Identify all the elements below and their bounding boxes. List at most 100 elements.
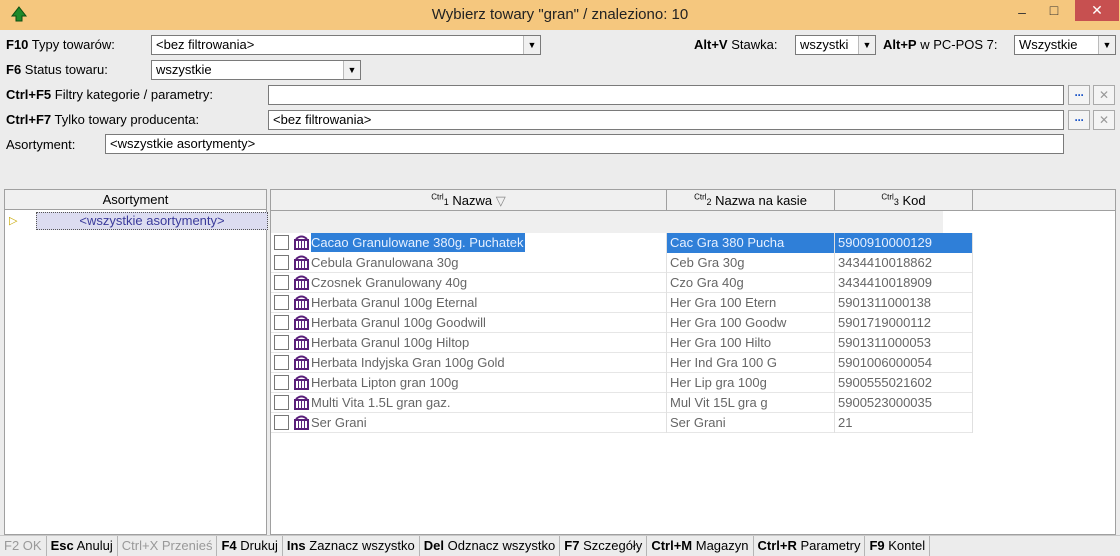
product-name: Herbata Granul 100g Eternal [311, 295, 478, 310]
fkey-button-ctrl-x[interactable]: Ctrl+X Przenieś [118, 536, 218, 556]
category-filter-field[interactable] [268, 85, 1064, 105]
name-cell[interactable]: Czosnek Granulowany 40g [271, 273, 667, 293]
producer-filter-field[interactable]: <bez filtrowania> [268, 110, 1064, 130]
fkey-shortcut: F2 [4, 538, 20, 553]
pos-name-cell: Her Lip gra 100g [667, 373, 835, 393]
fkey-button-del[interactable]: Del Odznacz wszystko [420, 536, 561, 556]
producer-clear-icon[interactable]: ✕ [1093, 110, 1115, 130]
code-cell: 5901006000054 [835, 353, 973, 373]
row-checkbox[interactable] [274, 355, 289, 370]
grid-filter-row[interactable] [271, 211, 943, 233]
fkey-button-f9[interactable]: F9 Kontel [865, 536, 931, 556]
pos-name-cell: Cac Gra 380 Pucha [667, 233, 835, 253]
product-basket-icon [293, 295, 310, 311]
fkey-shortcut: Ctrl+R [757, 538, 797, 553]
product-basket-icon [293, 255, 310, 271]
chevron-down-icon[interactable]: ▼ [523, 36, 540, 54]
table-row[interactable]: Multi Vita 1.5L gran gaz. Mul Vit 15L gra… [271, 393, 973, 413]
fkey-button-ctrl-r[interactable]: Ctrl+R Parametry [754, 536, 866, 556]
minimize-button[interactable]: – [1007, 4, 1037, 26]
row-checkbox[interactable] [274, 295, 289, 310]
table-row[interactable]: Herbata Granul 100g Goodwill Her Gra 100 … [271, 313, 973, 333]
tree-expand-icon[interactable]: ▷ [9, 214, 17, 227]
assortment-label: Asortyment: [6, 137, 76, 152]
name-cell[interactable]: Ser Grani [271, 413, 667, 433]
product-basket-icon [293, 395, 310, 411]
name-cell[interactable]: Herbata Granul 100g Hiltop [271, 333, 667, 353]
row-checkbox[interactable] [274, 395, 289, 410]
pos-name-cell: Ceb Gra 30g [667, 253, 835, 273]
chevron-down-icon[interactable]: ▼ [343, 61, 360, 79]
table-row[interactable]: Herbata Lipton gran 100g Her Lip gra 100g… [271, 373, 973, 393]
table-row[interactable]: Czosnek Granulowany 40g Czo Gra 40g 343441… [271, 273, 973, 293]
table-row[interactable]: Herbata Granul 100g Eternal Her Gra 100 E… [271, 293, 973, 313]
table-row[interactable]: Herbata Granul 100g Hiltop Her Gra 100 Hi… [271, 333, 973, 353]
row-checkbox[interactable] [274, 335, 289, 350]
product-basket-icon [293, 335, 310, 351]
category-shortcut: Ctrl+F5 [6, 87, 52, 102]
status-dropdown[interactable]: wszystkie ▼ [151, 60, 361, 80]
fkey-button-f2[interactable]: F2 OK [0, 536, 47, 556]
assortment-tree: Asortyment ▷ <wszystkie asortymenty> [4, 189, 268, 535]
assortment-value: <wszystkie asortymenty> [110, 136, 256, 151]
column-pos-num: 2 [706, 197, 712, 207]
chevron-down-icon[interactable]: ▼ [858, 36, 875, 54]
name-cell[interactable]: Herbata Lipton gran 100g [271, 373, 667, 393]
pcpos-shortcut: Alt+P [883, 37, 917, 52]
name-cell[interactable]: Herbata Granul 100g Goodwill [271, 313, 667, 333]
column-pos-name-header[interactable]: Ctrl2 Nazwa na kasie [667, 190, 835, 211]
fkey-button-f4[interactable]: F4 Drukuj [217, 536, 283, 556]
category-browse-button[interactable]: ··· [1068, 85, 1090, 105]
table-row[interactable]: Herbata Indyjska Gran 100g Gold Her Ind G… [271, 353, 973, 373]
product-basket-icon [293, 355, 310, 371]
fkey-label: OK [22, 538, 42, 553]
fkey-button-ins[interactable]: Ins Zaznacz wszystko [283, 536, 420, 556]
row-checkbox[interactable] [274, 235, 289, 250]
code-cell: 5900555021602 [835, 373, 973, 393]
name-cell[interactable]: Herbata Indyjska Gran 100g Gold [271, 353, 667, 373]
row-checkbox[interactable] [274, 255, 289, 270]
row-checkbox[interactable] [274, 275, 289, 290]
pcpos-dropdown[interactable]: Wszystkie ▼ [1014, 35, 1116, 55]
types-dropdown[interactable]: <bez filtrowania> ▼ [151, 35, 541, 55]
chevron-down-icon[interactable]: ▼ [1098, 36, 1115, 54]
table-row[interactable]: Cebula Granulowana 30g Ceb Gra 30g 3434410… [271, 253, 973, 273]
maximize-button[interactable]: □ [1039, 2, 1069, 24]
rate-label: Alt+V Stawka: [694, 37, 777, 52]
code-cell: 5901719000112 [835, 313, 973, 333]
table-row[interactable]: Cacao Granulowane 380g. Puchatek Cac Gra … [271, 233, 973, 253]
tree-item-all-assortments[interactable]: <wszystkie asortymenty> [36, 212, 268, 230]
row-checkbox[interactable] [274, 375, 289, 390]
name-cell[interactable]: Multi Vita 1.5L gran gaz. [271, 393, 667, 413]
producer-browse-button[interactable]: ··· [1068, 110, 1090, 130]
name-cell[interactable]: Cebula Granulowana 30g [271, 253, 667, 273]
column-code-header[interactable]: Ctrl3 Kod [835, 190, 973, 211]
product-name: Herbata Granul 100g Goodwill [311, 315, 486, 330]
name-cell[interactable]: Cacao Granulowane 380g. Puchatek [271, 233, 667, 253]
fkey-button-f7[interactable]: F7 Szczegóły [560, 536, 648, 556]
column-name-header[interactable]: Ctrl1 Nazwa ▽ [271, 190, 667, 211]
column-pos-ctrl: Ctrl [694, 192, 707, 202]
code-cell: 5901311000138 [835, 293, 973, 313]
code-cell: 21 [835, 413, 973, 433]
assortment-field[interactable]: <wszystkie asortymenty> [105, 134, 1064, 154]
product-name: Herbata Indyjska Gran 100g Gold [311, 355, 505, 370]
fkey-shortcut: F7 [564, 538, 580, 553]
producer-shortcut: Ctrl+F7 [6, 112, 52, 127]
fkey-shortcut: F9 [869, 538, 885, 553]
fkey-button-esc[interactable]: Esc Anuluj [47, 536, 118, 556]
product-name: Herbata Lipton gran 100g [311, 375, 459, 390]
fkey-shortcut: Ctrl+M [651, 538, 693, 553]
pos-name-cell: Mul Vit 15L gra g [667, 393, 835, 413]
name-cell[interactable]: Herbata Granul 100g Eternal [271, 293, 667, 313]
row-checkbox[interactable] [274, 315, 289, 330]
code-cell: 5901311000053 [835, 333, 973, 353]
row-checkbox[interactable] [274, 415, 289, 430]
close-button[interactable]: ✕ [1075, 0, 1119, 21]
rate-dropdown[interactable]: wszystki ▼ [795, 35, 876, 55]
status-shortcut: F6 [6, 62, 22, 77]
fkey-button-ctrl-m[interactable]: Ctrl+M Magazyn [647, 536, 754, 556]
table-row[interactable]: Ser Grani Ser Grani 21 [271, 413, 973, 433]
category-clear-icon[interactable]: ✕ [1093, 85, 1115, 105]
fkey-label: Magazyn [695, 538, 749, 553]
